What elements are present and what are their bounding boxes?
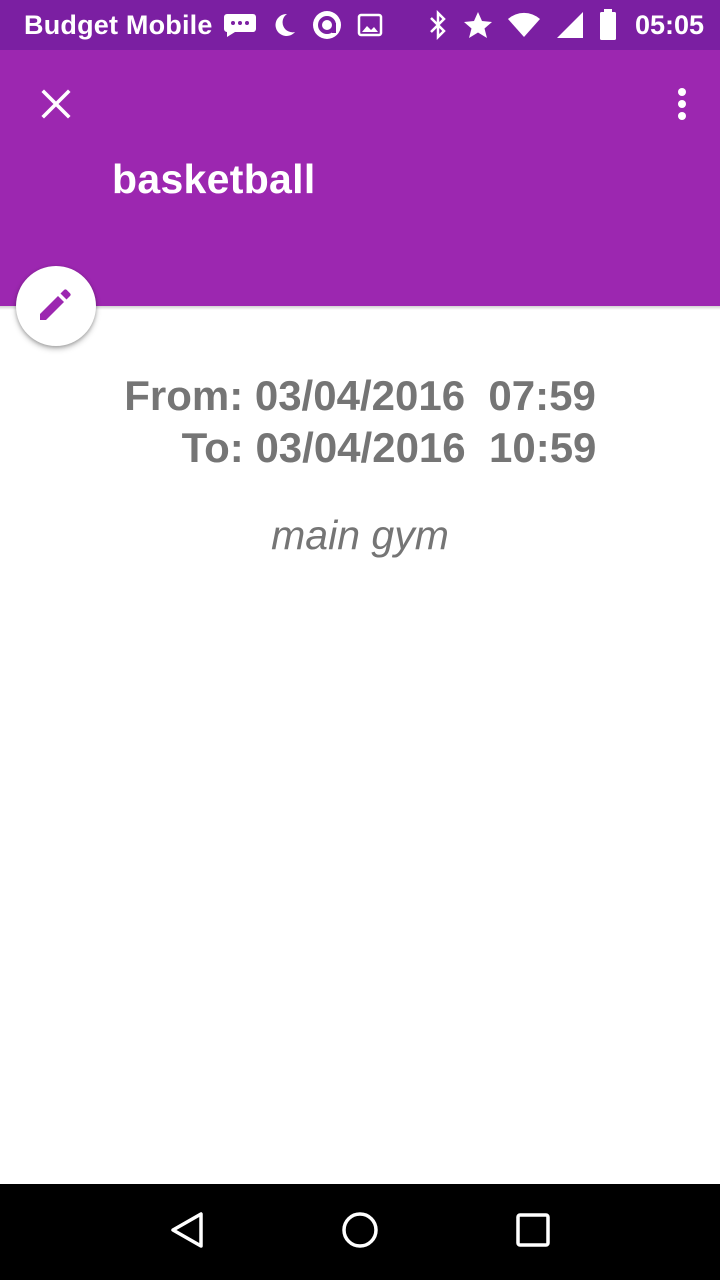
- event-location: main gym: [271, 512, 449, 558]
- battery-icon: [599, 9, 617, 41]
- recents-button[interactable]: [501, 1200, 565, 1264]
- close-button[interactable]: [30, 80, 82, 132]
- status-bar: Budget Mobile 05:05: [0, 0, 720, 50]
- close-icon: [41, 88, 71, 124]
- recents-icon: [513, 1210, 553, 1255]
- bluetooth-icon: [427, 10, 449, 40]
- moon-icon: [271, 12, 297, 38]
- app-bar-shadow: [0, 306, 720, 310]
- status-clock: 05:05: [634, 9, 704, 40]
- home-button[interactable]: [328, 1200, 392, 1264]
- star-icon: [463, 10, 493, 40]
- back-icon: [167, 1210, 207, 1255]
- event-details: From: 03/04/2016 07:59 To: 03/04/2016 10…: [0, 370, 720, 559]
- overflow-menu-button[interactable]: [662, 80, 702, 132]
- carrier-name: Budget Mobile: [24, 9, 213, 40]
- time-range: From: 03/04/2016 07:59 To: 03/04/2016 10…: [0, 370, 720, 474]
- page-title: basketball: [112, 156, 316, 202]
- navigation-bar: [0, 1184, 720, 1280]
- more-vert-icon: [677, 87, 687, 126]
- message-icon: [223, 12, 257, 38]
- wifi-icon: [507, 11, 541, 39]
- image-icon: [357, 12, 383, 38]
- sync-icon: [311, 9, 343, 41]
- back-button[interactable]: [155, 1200, 219, 1264]
- home-icon: [340, 1210, 380, 1255]
- to-datetime: To: 03/04/2016 10:59: [181, 424, 597, 471]
- app-bar: basketball: [0, 50, 720, 306]
- edit-fab-button[interactable]: [16, 266, 96, 346]
- edit-icon: [36, 284, 76, 329]
- from-datetime: From: 03/04/2016 07:59: [124, 372, 596, 419]
- signal-icon: [555, 10, 585, 40]
